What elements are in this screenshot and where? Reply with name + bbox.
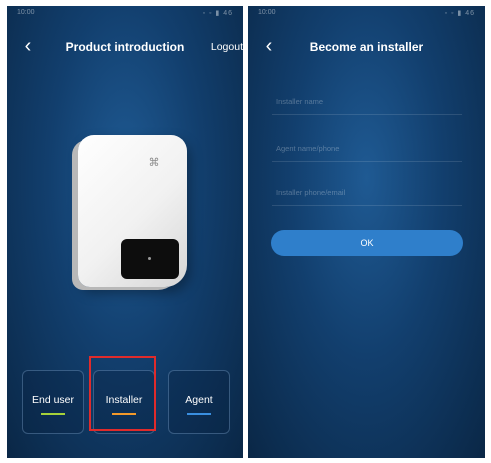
end-user-indicator: [41, 413, 65, 415]
brand-logo-icon: ⌘: [148, 157, 160, 169]
status-bar: 10:00 ◦ ◦ ▮ 46: [7, 6, 243, 20]
status-icons: ◦ ◦ ▮ 46: [202, 10, 233, 17]
status-time: 10:00: [17, 9, 35, 16]
status-bar: 10:00 ◦ ◦ ▮ 46: [248, 6, 485, 20]
device-led-icon: [148, 257, 151, 260]
nav-bar: ‹ Product introduction Logout: [7, 32, 243, 64]
become-installer-screen: 10:00 ◦ ◦ ▮ 46 ‹ Become an installer OK: [248, 6, 485, 458]
page-title: Product introduction: [65, 40, 185, 54]
end-user-label: End user: [31, 394, 75, 406]
product-introduction-screen: 10:00 ◦ ◦ ▮ 46 ‹ Product introduction Lo…: [7, 6, 243, 458]
installer-label: Installer: [105, 394, 143, 406]
ok-button[interactable]: OK: [271, 230, 463, 256]
nav-bar: ‹ Become an installer: [248, 32, 485, 64]
agent-button[interactable]: Agent: [168, 370, 230, 434]
agent-label: Agent: [185, 394, 213, 406]
agent-indicator: [187, 413, 211, 415]
inverter-device-image: ⌘: [78, 135, 187, 287]
installer-indicator: [112, 413, 136, 415]
device-display: [121, 239, 179, 279]
agent-field[interactable]: [272, 135, 462, 162]
agent-input[interactable]: [272, 135, 462, 161]
installer-name-field[interactable]: [272, 88, 462, 115]
end-user-button[interactable]: End user: [22, 370, 84, 434]
installer-contact-input[interactable]: [272, 179, 462, 205]
logout-link[interactable]: Logout: [211, 41, 243, 53]
installer-name-input[interactable]: [272, 88, 462, 114]
status-time: 10:00: [258, 9, 276, 16]
installer-button[interactable]: Installer: [93, 370, 155, 434]
page-title: Become an installer: [309, 40, 424, 54]
status-icons: ◦ ◦ ▮ 46: [444, 10, 475, 17]
installer-contact-field[interactable]: [272, 179, 462, 206]
